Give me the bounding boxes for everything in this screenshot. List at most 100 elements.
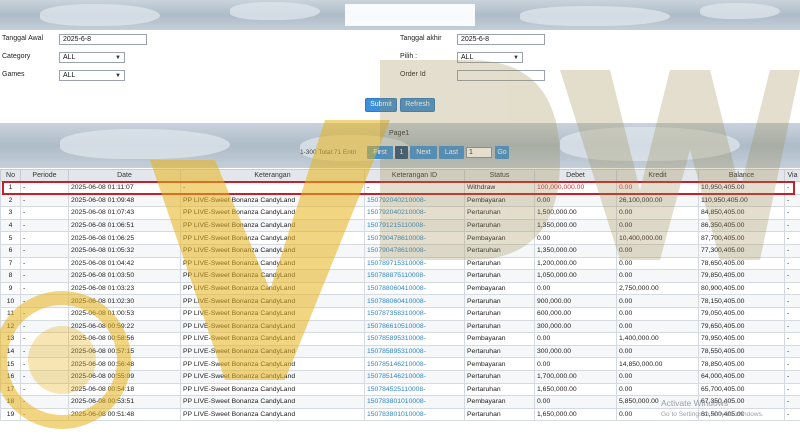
cell-keterangan-id[interactable]: 150785146210008- [364,369,465,384]
activate-windows-subtitle: Go to Settings to activate Windows. [661,411,764,418]
next-page-button[interactable]: Next [410,146,437,159]
category-label: Category [2,53,31,60]
cell-keterangan-id[interactable]: 150791215110008- [364,218,465,233]
cell-debet: 0.00 [534,231,617,245]
cell-via: - [784,407,800,422]
cell-keterangan-id[interactable]: 150790478610008- [364,243,465,258]
table-row[interactable]: 13-2025-06-08 00:58:56 PP LIVE-Sweet Bona… [0,332,800,346]
cell-keterangan-id[interactable]: 150789715310008- [364,256,465,271]
table-row[interactable]: 7-2025-06-08 01:04:42 PP LIVE-Sweet Bonan… [0,256,800,271]
cell-debet: 0.00 [534,281,617,296]
submit-button[interactable]: Submit [365,98,397,112]
total-entries-text: 1-300 Total:71 Entri [300,149,357,156]
cell-keterangan-id[interactable]: 150784525110008- [364,382,465,397]
table-body: 1-2025-06-08 01:11:07- - Withdraw 100,000,0… [0,181,800,422]
cell-keterangan-id[interactable]: 150792040210008- [364,206,465,220]
cell-date: 2025-06-08 00:55:09 [68,369,181,384]
table-row[interactable]: 11-2025-06-08 01:00:53 PP LIVE-Sweet Bona… [0,306,800,321]
cell-status: Pertaruhan [464,256,535,271]
cell-debet: 1,650,000.00 [534,407,617,422]
cell-status: Pertaruhan [464,218,535,233]
cell-via: - [784,382,800,397]
category-select[interactable]: ALL ▼ [59,52,125,63]
cell-status: Pertaruhan [464,294,535,308]
cell-keterangan-id[interactable]: 150787358310008- [364,306,465,321]
table-row[interactable]: 17-2025-06-08 00:54:18 PP LIVE-Sweet Bona… [0,382,800,397]
order-id-input[interactable] [457,70,545,81]
games-select[interactable]: ALL ▼ [59,70,125,81]
table-row[interactable]: 14-2025-06-08 00:57:15 PP LIVE-Sweet Bona… [0,344,800,359]
cell-balance: 65,700,405.00 [698,382,785,397]
page-number-input[interactable]: 1 [466,147,492,158]
cell-via: - [784,357,800,371]
table-row[interactable]: 1-2025-06-08 01:11:07- - Withdraw 100,000,0… [0,181,800,195]
cell-keterangan-id[interactable]: 150783801010008- [364,407,465,422]
column-header-debet: Debet [534,169,617,182]
table-row[interactable]: 8-2025-06-08 01:03:50 PP LIVE-Sweet Bonan… [0,269,800,283]
cell-date: 2025-06-08 00:57:15 [68,344,181,359]
cell-keterangan-id[interactable]: 150792040210008- [364,193,465,208]
column-header-via: Via [784,169,800,182]
cell-no: 12 [0,319,21,334]
cell-date: 2025-06-08 01:03:50 [68,269,181,283]
cell-debet: 600,000.00 [534,306,617,321]
cell-via: - [784,206,800,220]
column-header-kredit: Kredit [616,169,699,182]
cell-keterangan: PP LIVE-Sweet Bonanza CandyLand [180,281,365,296]
table-row[interactable]: 15-2025-06-08 00:56:48 PP LIVE-Sweet Bona… [0,357,800,371]
cell-periode: - [20,344,69,359]
table-row[interactable]: 12-2025-06-08 00:59:22 PP LIVE-Sweet Bona… [0,319,800,334]
cell-keterangan-id[interactable]: 150788875110008- [364,269,465,283]
cell-keterangan-id[interactable]: 150783801010008- [364,395,465,409]
table-row[interactable]: 16-2025-06-08 00:55:09 PP LIVE-Sweet Bona… [0,369,800,384]
cell-date: 2025-06-08 00:59:22 [68,319,181,334]
cell-kredit: 0.00 [616,218,699,233]
cell-debet: 300,000.00 [534,344,617,359]
cell-date: 2025-06-08 01:06:51 [68,218,181,233]
cell-keterangan-id[interactable]: 150786610510008- [364,319,465,334]
cell-debet: 0.00 [534,395,617,409]
cell-keterangan-id[interactable]: 150790478610008- [364,231,465,245]
cell-no: 10 [0,294,21,308]
cell-debet: 0.00 [534,332,617,346]
cell-via: - [784,332,800,346]
cell-periode: - [20,357,69,371]
table-row[interactable]: 3-2025-06-08 01:07:43 PP LIVE-Sweet Bonan… [0,206,800,220]
column-header-keterangan-id: Keterangan ID [364,169,465,182]
chevron-down-icon: ▼ [115,73,121,79]
cell-periode: - [20,256,69,271]
cell-via: - [784,344,800,359]
cell-debet: 100,000,000.00 [534,181,617,195]
tanggal-awal-input[interactable]: 2025-6-8 [59,34,147,45]
cell-balance: 110,950,405.00 [698,193,785,208]
cell-keterangan-id[interactable]: 150785895310008- [364,332,465,346]
cell-balance: 79,650,405.00 [698,319,785,334]
table-row[interactable]: 2-2025-06-08 01:09:48 PP LIVE-Sweet Bonan… [0,193,800,208]
cell-no: 14 [0,344,21,359]
games-select-value: ALL [63,72,76,79]
table-row[interactable]: 9-2025-06-08 01:03:23 PP LIVE-Sweet Bonan… [0,281,800,296]
pilih-select[interactable]: ALL ▼ [457,52,523,63]
tanggal-akhir-input[interactable]: 2025-6-8 [457,34,545,45]
cell-status: Pertaruhan [464,369,535,384]
table-row[interactable]: 5-2025-06-08 01:06:25 PP LIVE-Sweet Bonan… [0,231,800,245]
cell-date: 2025-06-08 00:51:48 [68,407,181,422]
cell-via: - [784,369,800,384]
table-row[interactable]: 6-2025-06-08 01:05:32 PP LIVE-Sweet Bonan… [0,243,800,258]
cell-no: 7 [0,256,21,271]
cell-debet: 900,000.00 [534,294,617,308]
cell-keterangan-id[interactable]: 150785146210008- [364,357,465,371]
cell-status: Pembayaran [464,395,535,409]
cell-keterangan-id[interactable]: 150785895310008- [364,344,465,359]
cell-keterangan-id[interactable]: 150788060410008- [364,294,465,308]
last-page-button[interactable]: Last [439,146,464,159]
current-page-button[interactable]: 1 [395,146,408,159]
table-row[interactable]: 10-2025-06-08 01:02:30 PP LIVE-Sweet Bona… [0,294,800,308]
cell-periode: - [20,294,69,308]
first-page-button[interactable]: First [367,146,393,159]
table-row[interactable]: 4-2025-06-08 01:06:51 PP LIVE-Sweet Bonan… [0,218,800,233]
go-button[interactable]: Go [495,146,509,159]
refresh-button[interactable]: Refresh [400,98,435,112]
cell-keterangan-id[interactable]: 150788060410008- [364,281,465,296]
cell-keterangan: PP LIVE-Sweet Bonanza CandyLand [180,243,365,258]
